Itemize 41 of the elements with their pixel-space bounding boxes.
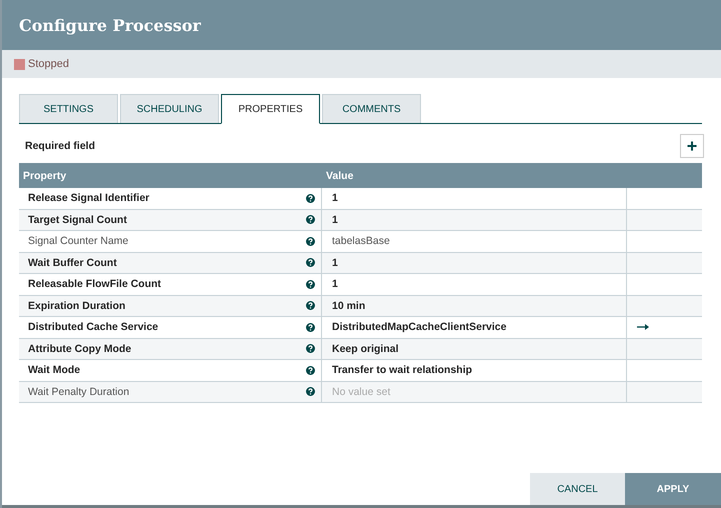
property-name: Wait Mode	[28, 364, 80, 376]
required-field-label: Required field	[24, 140, 96, 152]
column-header: Value	[325, 170, 354, 182]
property-name: Target Signal Count	[28, 214, 127, 226]
property-name: Wait Penalty Duration	[28, 386, 130, 398]
property-value[interactable]: 1	[332, 214, 338, 226]
help-icon[interactable]	[306, 344, 315, 354]
help-icon[interactable]	[306, 236, 315, 246]
help-icon[interactable]	[306, 215, 315, 224]
add-property-button[interactable]: +	[680, 134, 704, 158]
help-icon[interactable]	[306, 258, 315, 268]
help-icon[interactable]	[306, 194, 315, 203]
property-value[interactable]: 1	[332, 278, 338, 290]
help-icon[interactable]	[306, 301, 315, 310]
property-name: Release Signal Identifier	[28, 192, 150, 204]
help-icon[interactable]	[306, 366, 315, 375]
help-icon[interactable]	[306, 322, 315, 332]
property-value[interactable]: Keep original	[332, 342, 399, 355]
property-name: Expiration Duration	[28, 300, 126, 312]
property-value[interactable]: 1	[332, 256, 338, 269]
property-value[interactable]: 1	[332, 192, 338, 204]
window-title: Configure Processor	[19, 16, 201, 34]
property-value[interactable]: 10 min	[332, 300, 366, 312]
help-icon[interactable]	[306, 387, 315, 396]
status-label: Stopped	[28, 58, 69, 70]
cancel-button[interactable]: CANCEL	[530, 473, 625, 505]
tab[interactable]: COMMENTS	[322, 94, 421, 123]
property-value[interactable]: DistributedMapCacheClientService	[332, 321, 506, 334]
tab[interactable]: SETTINGS	[19, 94, 118, 123]
property-value[interactable]: tabelasBase	[332, 235, 390, 248]
property-name: Wait Buffer Count	[28, 256, 117, 269]
tab[interactable]: SCHEDULING	[120, 94, 219, 123]
tab[interactable]: PROPERTIES	[221, 94, 320, 124]
help-icon[interactable]	[306, 280, 315, 289]
property-name: Signal Counter Name	[28, 235, 128, 248]
arrow-right-icon[interactable]	[637, 324, 649, 330]
property-name: Releasable FlowFile Count	[28, 278, 162, 290]
property-name: Attribute Copy Mode	[28, 342, 132, 355]
column-header: Property	[22, 170, 68, 182]
property-value[interactable]: Transfer to wait relationship	[332, 364, 472, 376]
property-name: Distributed Cache Service	[28, 321, 158, 334]
